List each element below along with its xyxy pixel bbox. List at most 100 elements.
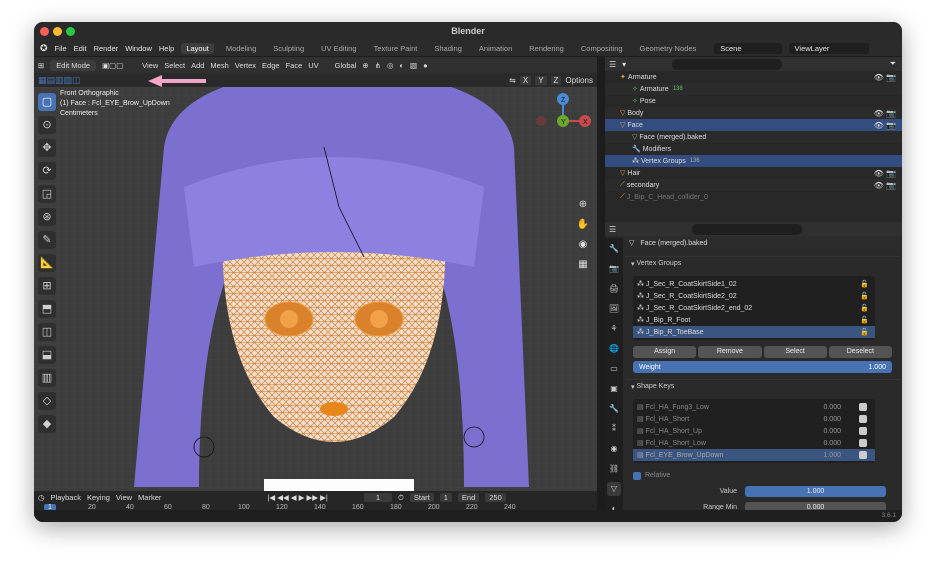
modifier-tab-icon[interactable]: 🔧 <box>607 402 621 416</box>
view-layer-tab-icon[interactable]: 🖼 <box>607 302 621 316</box>
shape-key-value[interactable]: 1.000 <box>823 452 841 459</box>
relative-checkbox[interactable] <box>633 471 641 480</box>
shape-keys-panel-header[interactable]: ▾ Shape Keys <box>625 379 900 393</box>
shading-icon[interactable]: ● <box>423 61 428 70</box>
cursor-tool-icon[interactable]: ⊙ <box>38 116 56 134</box>
proportional-edit-icon[interactable]: ◎ <box>387 61 394 70</box>
playback-controls[interactable]: |◀ ◀◀ ◀ ▶ ▶▶ ▶| <box>267 493 327 502</box>
scene-selector[interactable]: Scene <box>714 42 782 54</box>
tab-modeling[interactable]: Modeling <box>221 43 261 54</box>
list-item[interactable]: ▤ Fcl_HA_Fung3_Low 0.000 <box>633 401 875 413</box>
xray-icon[interactable]: ▧ <box>410 61 417 70</box>
outliner-row[interactable]: ⁂ Vertex Groups 136 <box>605 155 902 167</box>
menu-face[interactable]: Face <box>286 61 303 70</box>
visibility-icon[interactable]: 👁 📷 <box>874 121 896 130</box>
world-tab-icon[interactable]: 🌐 <box>607 342 621 356</box>
tab-geometry-nodes[interactable]: Geometry Nodes <box>635 43 702 54</box>
mute-checkbox[interactable] <box>859 439 867 447</box>
select-mode-icons[interactable]: ▣▢▢ <box>102 61 136 70</box>
snap-icon[interactable]: ⋔ <box>375 61 381 70</box>
menu-view[interactable]: View <box>142 61 158 70</box>
filter-icon[interactable]: ⏷ <box>890 59 896 69</box>
mute-checkbox[interactable] <box>859 403 867 411</box>
outliner-row[interactable]: ✧ Pose <box>605 95 902 107</box>
properties-search-input[interactable] <box>692 223 803 235</box>
physics-tab-icon[interactable]: ◉ <box>607 442 621 456</box>
extrude-tool-icon[interactable]: ⬒ <box>38 300 56 318</box>
mute-checkbox[interactable] <box>859 451 867 459</box>
blender-logo-icon[interactable]: ✪ <box>40 43 48 54</box>
select-box-tool-icon[interactable]: ▢ <box>38 93 56 111</box>
mesh-select-mode-icons[interactable]: ▦▤▥▨◫ <box>38 75 81 86</box>
outliner-row[interactable]: ✦ Armature 👁 📷 <box>605 71 902 83</box>
close-window-button[interactable] <box>40 27 49 36</box>
add-cube-tool-icon[interactable]: ⊞ <box>38 277 56 295</box>
3d-viewport[interactable]: Front Orthographic (1) Face : Fcl_EYE_Br… <box>34 87 597 491</box>
outliner-row[interactable]: ▽ Body 👁 📷 <box>605 107 902 119</box>
assign-button[interactable]: Assign <box>633 346 697 358</box>
outliner-editor-icon[interactable]: ☰ <box>609 60 616 69</box>
mute-checkbox[interactable] <box>859 427 867 435</box>
mode-selector[interactable]: Edit Mode <box>50 59 97 71</box>
lock-icon[interactable]: 🔓 <box>860 316 869 324</box>
outliner-row[interactable]: 🔧 Modifiers <box>605 143 902 155</box>
measure-tool-icon[interactable]: 📐 <box>38 254 56 272</box>
menu-uv[interactable]: UV <box>308 61 318 70</box>
shape-key-value[interactable]: 0.000 <box>823 428 841 435</box>
list-item[interactable]: ⁂ J_Sec_R_CoatSkirtSide2_end_02 🔓 <box>633 302 875 314</box>
shape-key-value[interactable]: 0.000 <box>823 416 841 423</box>
bevel-tool-icon[interactable]: ⬓ <box>38 346 56 364</box>
outliner-row[interactable]: ▽ Hair 👁 📷 <box>605 167 902 179</box>
move-tool-icon[interactable]: ✥ <box>38 139 56 157</box>
vertex-groups-panel-header[interactable]: ▾ Vertex Groups <box>625 256 900 270</box>
scale-tool-icon[interactable]: ◲ <box>38 185 56 203</box>
list-item[interactable]: ⁂ J_Sec_R_CoatSkirtSide2_02 🔓 <box>633 290 875 302</box>
menu-select[interactable]: Select <box>164 61 185 70</box>
scene-tab-icon[interactable]: ⚘ <box>607 322 621 336</box>
particles-tab-icon[interactable]: ⁑ <box>607 422 621 436</box>
menu-help[interactable]: Help <box>159 44 174 53</box>
poly-build-tool-icon[interactable]: ◆ <box>38 415 56 433</box>
grid-icon[interactable]: ▦ <box>575 257 591 273</box>
visibility-icon[interactable]: 👁 📷 <box>874 109 896 118</box>
current-frame-field[interactable]: 1 <box>363 493 393 502</box>
properties-editor-icon[interactable]: ☰ <box>609 225 616 234</box>
data-name-field[interactable]: Face (merged).baked <box>640 240 707 247</box>
menu-edit[interactable]: Edit <box>74 44 87 53</box>
axis-x-toggle[interactable]: X <box>519 75 532 85</box>
inset-tool-icon[interactable]: ◫ <box>38 323 56 341</box>
stopwatch-icon[interactable]: ⏱ <box>398 493 404 503</box>
transform-tool-icon[interactable]: ⊛ <box>38 208 56 226</box>
menu-render[interactable]: Render <box>94 44 119 53</box>
lock-icon[interactable]: 🔓 <box>860 280 869 288</box>
lock-icon[interactable]: 🔓 <box>860 304 869 312</box>
outliner-row[interactable]: ▽ Face 👁 📷 <box>605 119 902 131</box>
rotate-tool-icon[interactable]: ⟳ <box>38 162 56 180</box>
list-item[interactable]: ▤ Fcl_HA_Short_Up 0.000 <box>633 425 875 437</box>
tool-tab-icon[interactable]: 🔧 <box>607 242 621 256</box>
visibility-icon[interactable]: 👁 📷 <box>874 181 896 190</box>
menu-file[interactable]: File <box>55 44 67 53</box>
start-frame-field[interactable]: 1 <box>439 493 452 502</box>
weight-slider[interactable]: Weight 1.000 <box>633 361 892 373</box>
menu-edge[interactable]: Edge <box>262 61 280 70</box>
visibility-icon[interactable]: 👁 📷 <box>874 169 896 178</box>
axis-z-toggle[interactable]: Z <box>550 75 562 85</box>
outliner-row[interactable]: ▽ Face (merged).baked <box>605 131 902 143</box>
outliner-row[interactable]: ⟋ secondary 👁 📷 <box>605 179 902 191</box>
timeline-view-menu[interactable]: View <box>116 493 132 502</box>
output-tab-icon[interactable]: 🖨 <box>607 282 621 296</box>
editor-type-icon[interactable]: ⊞ <box>38 61 44 70</box>
outliner-row[interactable]: ⟋ J_Bip_C_Head_collider_0 <box>605 191 902 203</box>
display-mode-icon[interactable]: ▾ <box>622 60 626 69</box>
minimize-window-button[interactable] <box>53 27 62 36</box>
outliner-row[interactable]: ✧ Armature 138 <box>605 83 902 95</box>
tab-shading[interactable]: Shading <box>429 43 467 54</box>
list-item[interactable]: ⁂ J_Bip_R_Foot 🔓 <box>633 314 875 326</box>
transform-orientation[interactable]: Global <box>335 61 357 70</box>
lock-icon[interactable]: 🔓 <box>860 292 869 300</box>
mute-checkbox[interactable] <box>859 415 867 423</box>
list-item[interactable]: ▤ Fcl_HA_Short 0.000 <box>633 413 875 425</box>
list-item-selected[interactable]: ⁂ J_Bip_R_ToeBase 🔓 <box>633 326 875 338</box>
shape-key-value[interactable]: 0.000 <box>823 440 841 447</box>
